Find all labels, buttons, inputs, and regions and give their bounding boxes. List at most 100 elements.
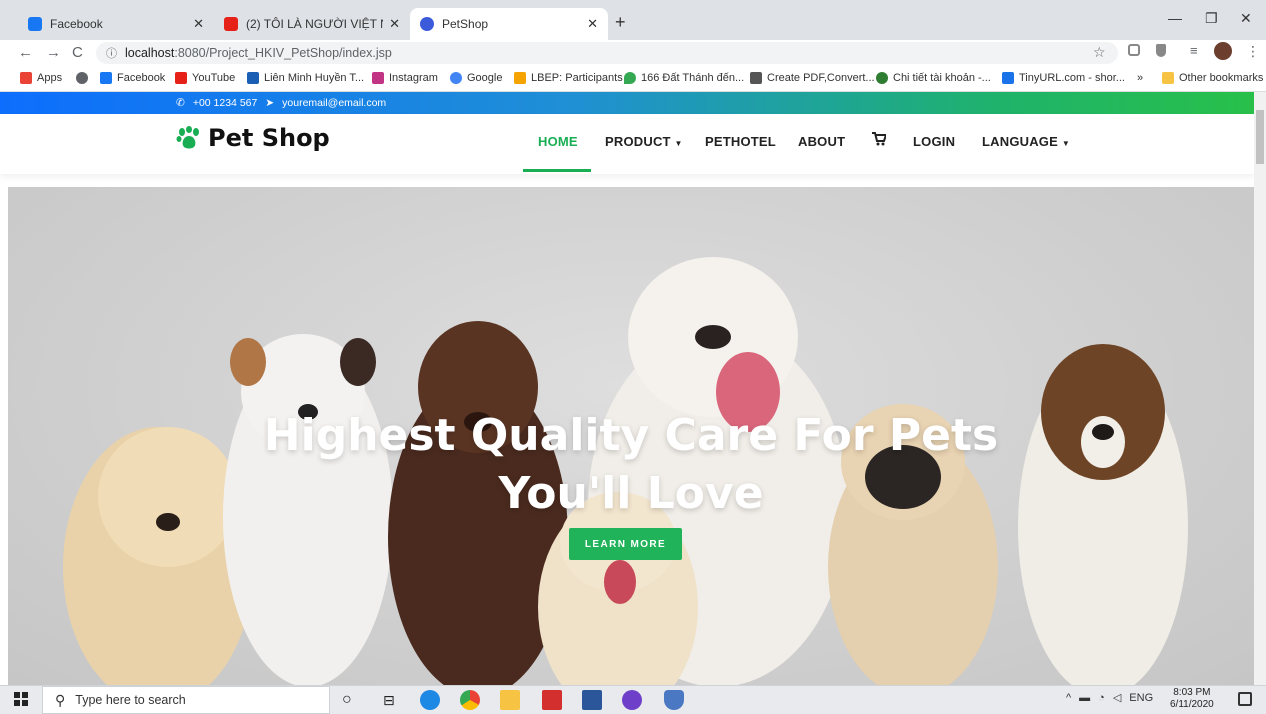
nav-about[interactable]: ABOUT: [798, 134, 845, 149]
url-path: :8080/Project_HKIV_PetShop/index.jsp: [174, 46, 392, 60]
close-window-icon[interactable]: ✕: [1240, 10, 1252, 27]
youtube-icon: [175, 72, 187, 84]
web-page: ✆ +00 1234 567 ➤ youremail@email.com Pet…: [0, 92, 1254, 685]
notification-icon[interactable]: [1238, 692, 1252, 706]
close-tab-icon[interactable]: ✕: [587, 16, 598, 32]
bookmark-maps[interactable]: 166 Đất Thánh đến...: [624, 72, 744, 84]
other-bookmarks[interactable]: Other bookmarks: [1162, 72, 1263, 84]
shield-icon: [876, 72, 888, 84]
bookmark-youtube[interactable]: YouTube: [175, 72, 235, 84]
windows-start-icon[interactable]: [14, 692, 28, 706]
game-icon: [247, 72, 259, 84]
bookmark-facebook[interactable]: Facebook: [100, 72, 165, 84]
media-control-icon[interactable]: ≡: [1190, 43, 1198, 58]
close-tab-icon[interactable]: ✕: [389, 16, 400, 32]
browser-tab-youtube[interactable]: (2) TÔI LÀ NGƯỜI VIỆT NAM ĐÂ… ✕: [214, 8, 410, 40]
nav-product[interactable]: PRODUCT ▼: [605, 134, 683, 149]
active-nav-indicator: [523, 169, 591, 172]
bookmark-star-icon[interactable]: ☆: [1093, 44, 1106, 61]
chevron-up-icon[interactable]: ^: [1066, 692, 1071, 704]
contact-email[interactable]: youremail@email.com: [282, 97, 386, 109]
browser-menu-icon[interactable]: ⋮: [1246, 43, 1260, 60]
bookmark-label: YouTube: [192, 72, 236, 84]
taskbar-search-input[interactable]: ⚲ Type here to search: [42, 686, 330, 714]
bookmark-tinyurl[interactable]: TinyURL.com - shor...: [1002, 72, 1125, 84]
file-explorer-icon[interactable]: [500, 690, 520, 710]
minimize-window-icon[interactable]: —: [1168, 10, 1182, 26]
browser-tab-petshop[interactable]: PetShop ✕: [410, 8, 608, 40]
edge-icon[interactable]: [420, 690, 440, 710]
new-tab-button[interactable]: +: [615, 12, 626, 33]
contact-phone[interactable]: +00 1234 567: [193, 97, 258, 109]
input-language[interactable]: ENG: [1129, 692, 1153, 704]
hero-title: Highest Quality Care For Pets You'll Lov…: [8, 407, 1254, 523]
bookmark-label: Other bookmarks: [1179, 72, 1264, 84]
forward-icon[interactable]: →: [46, 44, 61, 61]
hero-banner: Highest Quality Care For Pets You'll Lov…: [8, 187, 1254, 685]
address-bar[interactable]: ⓘ localhost:8080/Project_HKIV_PetShop/in…: [96, 42, 1118, 64]
caret-down-icon: ▼: [674, 139, 683, 148]
tinyurl-icon: [1002, 72, 1014, 84]
bookmarks-overflow-button[interactable]: »: [1137, 72, 1143, 84]
bookmark-instagram[interactable]: Instagram: [372, 72, 438, 84]
nav-product-label: PRODUCT: [605, 134, 671, 149]
folder-icon: [1162, 72, 1174, 84]
browser-tab-facebook[interactable]: Facebook ✕: [18, 8, 214, 40]
restore-window-icon[interactable]: ❐: [1205, 10, 1218, 27]
bookmark-google[interactable]: Google: [450, 72, 502, 84]
url-host: localhost: [125, 46, 175, 60]
nav-home[interactable]: HOME: [538, 134, 578, 149]
bookmark-label: Apps: [37, 72, 63, 84]
lbep-icon: [514, 72, 526, 84]
bookmark-apps[interactable]: Apps: [20, 72, 62, 84]
phone-icon: ✆: [176, 97, 185, 109]
virtualbox-icon[interactable]: [664, 690, 684, 710]
wifi-icon[interactable]: ◔: [1098, 692, 1105, 704]
bookmark-label: Facebook: [117, 72, 166, 84]
chrome-icon[interactable]: [460, 690, 480, 710]
battery-icon[interactable]: ▬: [1079, 692, 1090, 704]
map-pin-icon: [624, 72, 636, 84]
facebook-favicon-icon: [28, 17, 42, 31]
bookmark-account[interactable]: Chi tiết tài khoản -...: [876, 72, 991, 84]
github-icon[interactable]: [622, 690, 642, 710]
google-icon: [450, 72, 462, 84]
paw-icon: [176, 126, 199, 149]
page-scrollbar[interactable]: [1254, 92, 1266, 685]
back-icon[interactable]: ←: [18, 44, 33, 61]
extension-icon[interactable]: [1128, 44, 1140, 56]
send-icon: ➤: [265, 97, 275, 109]
apps-grid-icon: [20, 72, 32, 84]
volume-icon[interactable]: ◁: [1113, 691, 1121, 704]
close-tab-icon[interactable]: ✕: [193, 16, 204, 32]
taskbar-clock[interactable]: 8:03 PM 6/11/2020: [1170, 687, 1214, 711]
bookmark-globe[interactable]: [76, 72, 93, 84]
scrollbar-thumb[interactable]: [1256, 110, 1264, 164]
hero-title-line1: Highest Quality Care For Pets: [263, 410, 999, 461]
nav-pethotel[interactable]: PETHOTEL: [705, 134, 776, 149]
site-logo[interactable]: Pet Shop: [176, 124, 330, 152]
info-icon[interactable]: ⓘ: [106, 45, 117, 61]
clock-date: 6/11/2020: [1170, 699, 1214, 710]
youtube-favicon-icon: [224, 17, 238, 31]
shield-extension-icon[interactable]: [1156, 44, 1166, 57]
reload-icon[interactable]: C: [72, 44, 83, 61]
nav-language[interactable]: LANGUAGE ▼: [982, 134, 1070, 149]
cart-icon[interactable]: [872, 132, 888, 149]
profile-avatar[interactable]: [1214, 42, 1232, 60]
bookmark-lbep[interactable]: LBEP: Participants: [514, 72, 623, 84]
brand-name: Pet Shop: [208, 124, 330, 152]
app-red-icon[interactable]: [542, 690, 562, 710]
learn-more-button[interactable]: LEARN MORE: [569, 528, 682, 560]
bookmark-label: TinyURL.com - shor...: [1019, 72, 1125, 84]
bookmark-pdf[interactable]: Create PDF,Convert...: [750, 72, 875, 84]
bookmark-lienminh[interactable]: Liên Minh Huyền T...: [247, 72, 364, 84]
bookmark-label: Instagram: [389, 72, 438, 84]
cortana-icon[interactable]: ○: [342, 691, 362, 711]
task-view-icon[interactable]: ⊟: [383, 692, 403, 712]
search-placeholder: Type here to search: [75, 693, 186, 707]
nav-login[interactable]: LOGIN: [913, 134, 955, 149]
petshop-favicon-icon: [420, 17, 434, 31]
word-icon[interactable]: [582, 690, 602, 710]
bookmark-label: Chi tiết tài khoản -...: [893, 72, 991, 84]
